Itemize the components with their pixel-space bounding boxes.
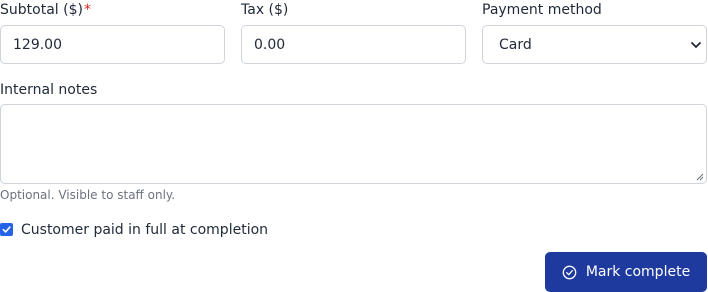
paid-in-full-label[interactable]: Customer paid in full at completion bbox=[21, 220, 268, 240]
chevron-down-icon bbox=[691, 41, 701, 48]
internal-notes-textarea[interactable] bbox=[0, 104, 707, 184]
payment-method-value: Card bbox=[499, 36, 532, 53]
paid-in-full-checkbox[interactable] bbox=[0, 223, 13, 236]
payment-method-label: Payment method bbox=[482, 2, 602, 18]
mark-complete-label: Mark complete bbox=[585, 264, 691, 280]
required-marker: * bbox=[83, 2, 91, 18]
internal-notes-help: Optional. Visible to staff only. bbox=[0, 188, 176, 202]
subtotal-value: 129.00 bbox=[13, 36, 62, 53]
check-circle-icon bbox=[562, 265, 577, 279]
mark-complete-button[interactable]: Mark complete bbox=[545, 252, 707, 292]
tax-input[interactable]: 0.00 bbox=[241, 25, 466, 64]
subtotal-label-text: Subtotal ($) bbox=[0, 2, 83, 18]
checkmark-icon bbox=[2, 226, 11, 233]
tax-value: 0.00 bbox=[254, 36, 286, 53]
subtotal-input[interactable]: 129.00 bbox=[0, 25, 225, 64]
payment-method-select[interactable]: Card bbox=[482, 25, 707, 64]
internal-notes-label: Internal notes bbox=[0, 82, 98, 98]
subtotal-label: Subtotal ($)* bbox=[0, 0, 91, 20]
resize-grip-icon[interactable] bbox=[696, 173, 704, 181]
tax-label: Tax ($) bbox=[241, 2, 289, 18]
